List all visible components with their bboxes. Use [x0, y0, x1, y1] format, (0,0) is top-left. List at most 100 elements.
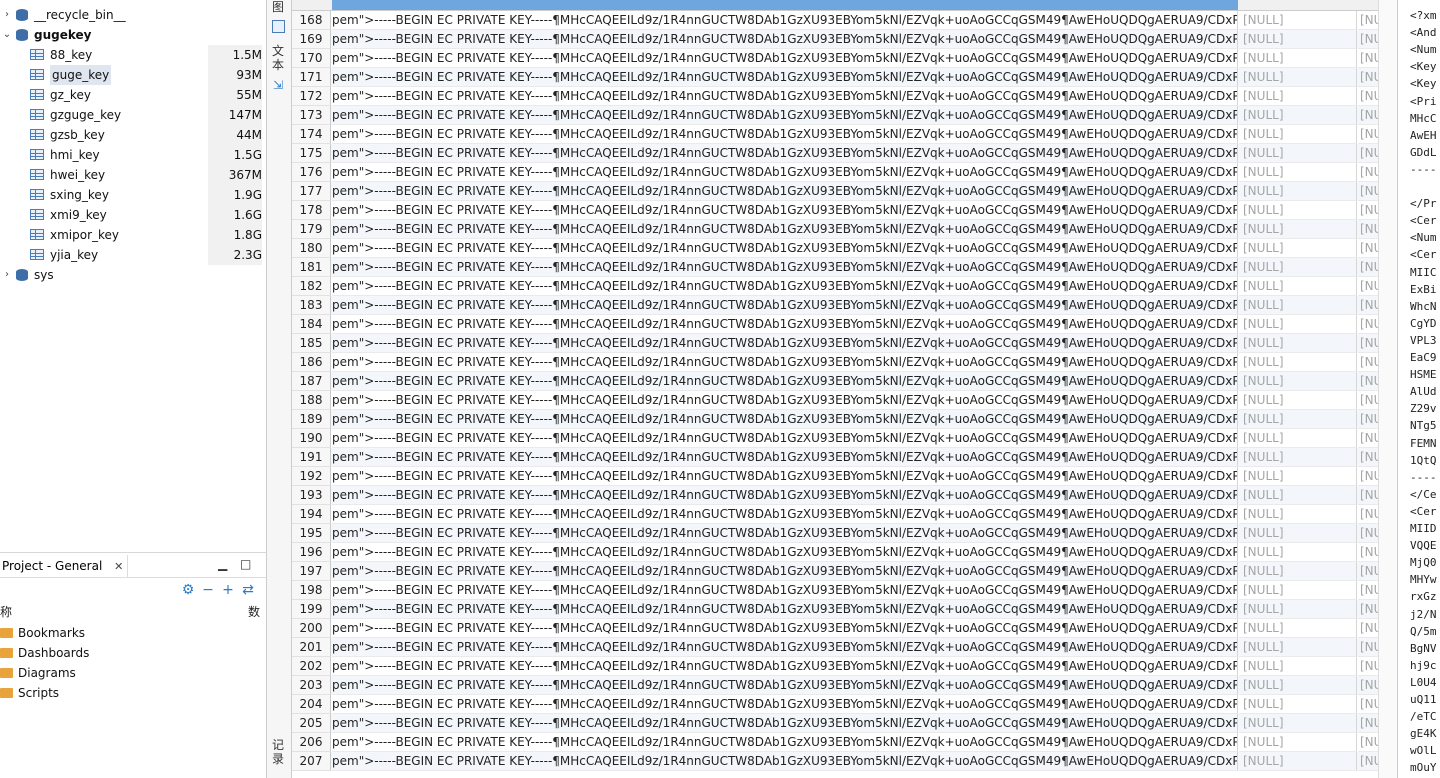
cell-value[interactable]: pem">-----BEGIN EC PRIVATE KEY-----¶MHcC…: [332, 182, 1238, 201]
cell-null[interactable]: [NULL]: [1239, 11, 1357, 30]
row-number[interactable]: 205: [292, 714, 331, 733]
cell-null[interactable]: [NULL]: [1239, 752, 1357, 771]
table-row[interactable]: 171 pem">-----BEGIN EC PRIVATE KEY-----¶M…: [292, 68, 1379, 87]
cell-null[interactable]: [NU: [1358, 315, 1379, 334]
cell-null[interactable]: [NU: [1358, 448, 1379, 467]
cell-null[interactable]: [NU: [1358, 638, 1379, 657]
cell-value[interactable]: pem">-----BEGIN EC PRIVATE KEY-----¶MHcC…: [332, 619, 1238, 638]
tree-item-table[interactable]: gzsb_key 44M: [0, 125, 266, 145]
table-row[interactable]: 169 pem">-----BEGIN EC PRIVATE KEY-----¶M…: [292, 30, 1379, 49]
tree-item-table[interactable]: guge_key 93M: [0, 65, 266, 85]
cell-null[interactable]: [NU: [1358, 182, 1379, 201]
cell-null[interactable]: [NULL]: [1239, 296, 1357, 315]
table-row[interactable]: 179 pem">-----BEGIN EC PRIVATE KEY-----¶M…: [292, 220, 1379, 239]
table-row[interactable]: 176 pem">-----BEGIN EC PRIVATE KEY-----¶M…: [292, 163, 1379, 182]
cell-value[interactable]: pem">-----BEGIN EC PRIVATE KEY-----¶MHcC…: [332, 410, 1238, 429]
table-row[interactable]: 177 pem">-----BEGIN EC PRIVATE KEY-----¶M…: [292, 182, 1379, 201]
gear-icon[interactable]: ⚙: [178, 582, 198, 598]
row-number[interactable]: 175: [292, 144, 331, 163]
cell-value[interactable]: pem">-----BEGIN EC PRIVATE KEY-----¶MHcC…: [332, 68, 1238, 87]
row-number[interactable]: 189: [292, 410, 331, 429]
cell-null[interactable]: [NULL]: [1239, 429, 1357, 448]
tree-item-table[interactable]: hwei_key 367M: [0, 165, 266, 185]
cell-null[interactable]: [NU: [1358, 562, 1379, 581]
cell-null[interactable]: [NULL]: [1239, 448, 1357, 467]
cell-value[interactable]: pem">-----BEGIN EC PRIVATE KEY-----¶MHcC…: [332, 467, 1238, 486]
cell-value[interactable]: pem">-----BEGIN EC PRIVATE KEY-----¶MHcC…: [332, 562, 1238, 581]
cell-null[interactable]: [NU: [1358, 163, 1379, 182]
column-header-name[interactable]: 称: [0, 603, 12, 620]
table-row[interactable]: 200 pem">-----BEGIN EC PRIVATE KEY-----¶M…: [292, 619, 1379, 638]
row-number[interactable]: 172: [292, 87, 331, 106]
cell-value[interactable]: pem">-----BEGIN EC PRIVATE KEY-----¶MHcC…: [332, 49, 1238, 68]
cell-null[interactable]: [NU: [1358, 524, 1379, 543]
cell-value[interactable]: pem">-----BEGIN EC PRIVATE KEY-----¶MHcC…: [332, 676, 1238, 695]
cell-null[interactable]: [NULL]: [1239, 220, 1357, 239]
project-item-diagrams[interactable]: Diagrams: [0, 663, 76, 683]
cell-null[interactable]: [NU: [1358, 505, 1379, 524]
table-row[interactable]: 196 pem">-----BEGIN EC PRIVATE KEY-----¶M…: [292, 543, 1379, 562]
cell-null[interactable]: [NU: [1358, 87, 1379, 106]
row-number[interactable]: 179: [292, 220, 331, 239]
cell-null[interactable]: [NU: [1358, 619, 1379, 638]
cell-null[interactable]: [NULL]: [1239, 30, 1357, 49]
table-row[interactable]: 187 pem">-----BEGIN EC PRIVATE KEY-----¶M…: [292, 372, 1379, 391]
cell-null[interactable]: [NU: [1358, 144, 1379, 163]
cell-null[interactable]: [NU: [1358, 486, 1379, 505]
row-number[interactable]: 192: [292, 467, 331, 486]
cell-value[interactable]: pem">-----BEGIN EC PRIVATE KEY-----¶MHcC…: [332, 524, 1238, 543]
cell-value[interactable]: pem">-----BEGIN EC PRIVATE KEY-----¶MHcC…: [332, 429, 1238, 448]
text-view-label[interactable]: 文本: [271, 44, 285, 72]
row-number[interactable]: 180: [292, 239, 331, 258]
row-number[interactable]: 174: [292, 125, 331, 144]
table-row[interactable]: 194 pem">-----BEGIN EC PRIVATE KEY-----¶M…: [292, 505, 1379, 524]
row-number[interactable]: 195: [292, 524, 331, 543]
row-number[interactable]: 204: [292, 695, 331, 714]
row-number[interactable]: 182: [292, 277, 331, 296]
cell-null[interactable]: [NULL]: [1239, 467, 1357, 486]
cell-null[interactable]: [NULL]: [1239, 600, 1357, 619]
cell-null[interactable]: [NULL]: [1239, 258, 1357, 277]
table-row[interactable]: 206 pem">-----BEGIN EC PRIVATE KEY-----¶M…: [292, 733, 1379, 752]
table-row[interactable]: 182 pem">-----BEGIN EC PRIVATE KEY-----¶M…: [292, 277, 1379, 296]
table-row[interactable]: 188 pem">-----BEGIN EC PRIVATE KEY-----¶M…: [292, 391, 1379, 410]
maximize-icon[interactable]: □: [240, 557, 251, 571]
table-row[interactable]: 173 pem">-----BEGIN EC PRIVATE KEY-----¶M…: [292, 106, 1379, 125]
row-number[interactable]: 168: [292, 11, 331, 30]
cell-null[interactable]: [NULL]: [1239, 543, 1357, 562]
table-row[interactable]: 193 pem">-----BEGIN EC PRIVATE KEY-----¶M…: [292, 486, 1379, 505]
cell-null[interactable]: [NU: [1358, 429, 1379, 448]
close-icon[interactable]: ✕: [114, 560, 123, 573]
table-row[interactable]: 178 pem">-----BEGIN EC PRIVATE KEY-----¶M…: [292, 201, 1379, 220]
chevron-down-icon[interactable]: ⌄: [2, 25, 12, 45]
row-number[interactable]: 177: [292, 182, 331, 201]
tree-item-table[interactable]: gz_key 55M: [0, 85, 266, 105]
table-row[interactable]: 195 pem">-----BEGIN EC PRIVATE KEY-----¶M…: [292, 524, 1379, 543]
tree-item-table[interactable]: sxing_key 1.9G: [0, 185, 266, 205]
row-number[interactable]: 202: [292, 657, 331, 676]
cell-null[interactable]: [NU: [1358, 334, 1379, 353]
cell-null[interactable]: [NU: [1358, 296, 1379, 315]
collapse-icon[interactable]: −: [198, 582, 218, 598]
table-row[interactable]: 184 pem">-----BEGIN EC PRIVATE KEY-----¶M…: [292, 315, 1379, 334]
cell-null[interactable]: [NULL]: [1239, 410, 1357, 429]
cell-null[interactable]: [NU: [1358, 410, 1379, 429]
cell-null[interactable]: [NU: [1358, 372, 1379, 391]
table-row[interactable]: 203 pem">-----BEGIN EC PRIVATE KEY-----¶M…: [292, 676, 1379, 695]
cell-null[interactable]: [NULL]: [1239, 144, 1357, 163]
cell-null[interactable]: [NULL]: [1239, 372, 1357, 391]
cell-value[interactable]: pem">-----BEGIN EC PRIVATE KEY-----¶MHcC…: [332, 372, 1238, 391]
row-number[interactable]: 196: [292, 543, 331, 562]
cell-value[interactable]: pem">-----BEGIN EC PRIVATE KEY-----¶MHcC…: [332, 638, 1238, 657]
cell-value[interactable]: pem">-----BEGIN EC PRIVATE KEY-----¶MHcC…: [332, 448, 1238, 467]
tab-project-general[interactable]: Project - General ✕: [0, 555, 129, 577]
cell-null[interactable]: [NU: [1358, 106, 1379, 125]
grid-view-icon[interactable]: [272, 20, 285, 33]
cell-null[interactable]: [NU: [1358, 30, 1379, 49]
cell-null[interactable]: [NULL]: [1239, 277, 1357, 296]
add-icon[interactable]: +: [218, 582, 238, 598]
cell-null[interactable]: [NU: [1358, 657, 1379, 676]
table-row[interactable]: 189 pem">-----BEGIN EC PRIVATE KEY-----¶M…: [292, 410, 1379, 429]
cell-null[interactable]: [NULL]: [1239, 353, 1357, 372]
cell-null[interactable]: [NULL]: [1239, 68, 1357, 87]
